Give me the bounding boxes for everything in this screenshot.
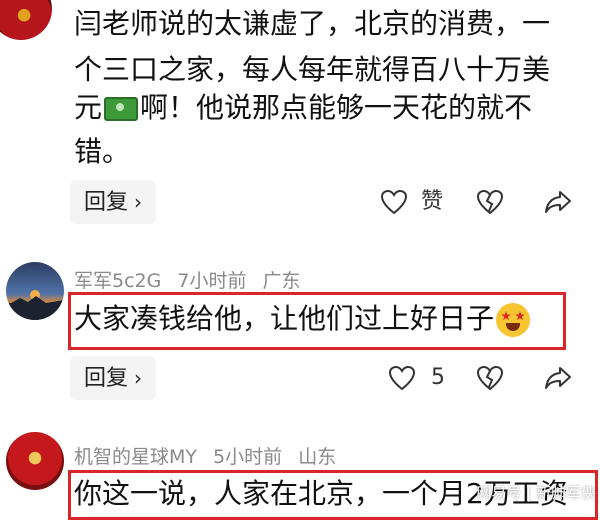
reply-label: 回复 [84, 190, 129, 215]
comment2-time: 7小时前 [177, 270, 247, 292]
reply-label: 回复 [84, 366, 129, 391]
star-eyes-emoji-icon [496, 303, 531, 337]
comment2-username[interactable]: 军军5c2G [74, 270, 161, 292]
comment1-line3: 元 啊！他说那点能够一天花的就不 [74, 86, 532, 130]
heart-icon [380, 189, 408, 215]
chevron-right-icon: › [134, 366, 143, 390]
like-button-comment1[interactable]: 赞 [380, 182, 443, 222]
like-count: 5 [431, 365, 445, 390]
dislike-button-comment2[interactable] [476, 358, 504, 398]
broken-heart-icon [476, 365, 504, 391]
comment2-text: 大家凑钱给他，让他们过上好日子 [74, 302, 495, 335]
share-button-comment2[interactable] [544, 358, 572, 398]
comment3-username[interactable]: 机智的星球MY [74, 446, 197, 468]
avatar-comment1[interactable] [0, 0, 52, 40]
comment1-line1: 闫老师说的太谦虚了，北京的消费，一 [74, 7, 551, 40]
avatar-comment3[interactable] [6, 432, 64, 490]
avatar-comment2[interactable] [6, 262, 64, 320]
share-arrow-icon [545, 191, 571, 213]
comment2-location: 广东 [262, 270, 301, 292]
comment2-meta: 军军5c2G 7小时前 广东 [74, 266, 311, 293]
dislike-button-comment1[interactable] [476, 182, 504, 222]
comment3-location: 山东 [298, 446, 337, 468]
comment1-line3-start: 元 [74, 91, 103, 124]
sunset-mountain-icon [6, 290, 64, 320]
comment3-meta: 机智的星球MY 5小时前 山东 [74, 442, 346, 469]
like-button-comment2[interactable]: 5 [388, 358, 445, 398]
comment1-line4: 错。 [74, 135, 131, 168]
reply-button-comment1[interactable]: 回复 › [70, 180, 156, 224]
chevron-right-icon: › [134, 190, 143, 214]
comment1-line3-end: 啊！他说那点能够一天花的就不 [140, 91, 533, 124]
comment3-time: 5小时前 [213, 446, 283, 468]
share-arrow-icon [545, 367, 571, 389]
reply-button-comment2[interactable]: 回复 › [70, 356, 156, 400]
like-label: 赞 [421, 189, 444, 214]
money-banknote-icon [104, 97, 139, 121]
comment2-body: 大家凑钱给他，让他们过上好日子 [74, 297, 531, 341]
share-button-comment1[interactable] [544, 182, 572, 222]
heart-icon [388, 365, 416, 391]
broken-heart-icon [476, 189, 504, 215]
watermark: 网易号 | 新帅军侠 [476, 484, 596, 502]
